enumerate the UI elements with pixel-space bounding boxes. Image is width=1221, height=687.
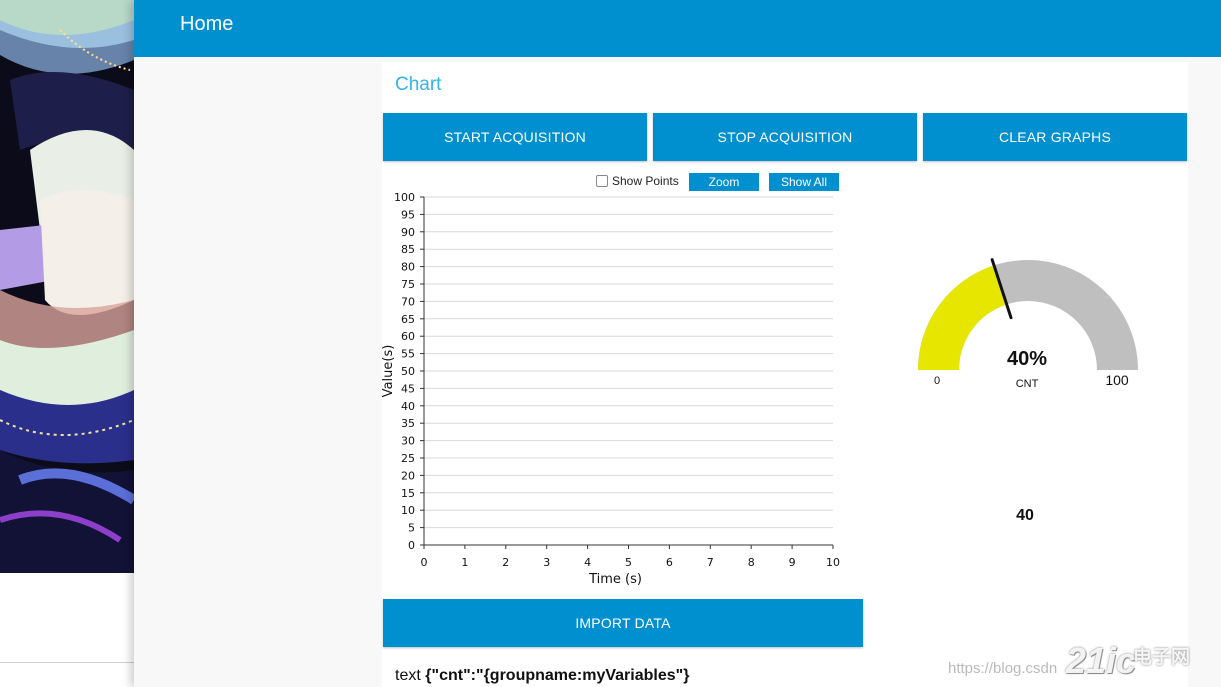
- y-tick-label: 55: [401, 348, 415, 361]
- gauge-min-label: 0: [933, 375, 941, 387]
- y-tick-label: 90: [401, 226, 415, 239]
- card-title: Chart: [395, 74, 442, 95]
- show-points-checkbox[interactable]: Show Points: [596, 174, 679, 188]
- y-axis-label: Value(s): [382, 345, 396, 398]
- gauge-label: CNT: [1015, 378, 1039, 390]
- stop-acquisition-button[interactable]: STOP ACQUISITION: [653, 113, 917, 161]
- y-tick-label: 70: [401, 295, 415, 308]
- x-tick-label: 8: [748, 556, 755, 569]
- y-tick-label: 15: [401, 487, 415, 500]
- import-text: text {"cnt":"{groupname:myVariables"}: [395, 667, 689, 685]
- page-title[interactable]: Home: [180, 13, 233, 36]
- x-tick-label: 1: [461, 556, 468, 569]
- x-tick-label: 7: [707, 556, 714, 569]
- x-tick-label: 9: [789, 556, 796, 569]
- x-tick-label: 0: [421, 556, 428, 569]
- y-tick-label: 80: [401, 261, 415, 274]
- y-tick-label: 5: [408, 522, 415, 535]
- y-tick-label: 0: [408, 539, 415, 552]
- y-tick-label: 35: [401, 417, 415, 430]
- show-points-label: Show Points: [612, 174, 679, 188]
- import-json: {"cnt":"{groupname:myVariables"}: [425, 667, 690, 684]
- watermark-logo-cn: 电子网: [1133, 647, 1191, 668]
- y-tick-label: 30: [401, 435, 415, 448]
- app-window: Home Chart START ACQUISITION STOP ACQUIS…: [134, 0, 1221, 687]
- app-bar: Home: [134, 0, 1221, 57]
- x-axis-label: Time (s): [588, 572, 642, 587]
- y-tick-label: 10: [401, 504, 415, 517]
- watermark-logo: 21ic: [1066, 640, 1137, 681]
- desktop-wallpaper: [0, 0, 134, 573]
- y-tick-label: 50: [401, 365, 415, 378]
- import-data-button[interactable]: IMPORT DATA: [383, 599, 863, 647]
- y-tick-label: 100: [394, 191, 415, 204]
- x-tick-label: 3: [543, 556, 550, 569]
- y-tick-label: 20: [401, 469, 415, 482]
- import-text-prefix: text: [395, 667, 421, 684]
- gauge-value: 40%: [1006, 348, 1048, 370]
- x-tick-label: 2: [502, 556, 509, 569]
- x-tick-label: 10: [826, 556, 840, 569]
- y-tick-label: 60: [401, 330, 415, 343]
- y-tick-label: 95: [401, 208, 415, 221]
- y-tick-label: 25: [401, 452, 415, 465]
- x-tick-label: 5: [625, 556, 632, 569]
- clear-graphs-button[interactable]: CLEAR GRAPHS: [923, 113, 1187, 161]
- y-tick-label: 45: [401, 382, 415, 395]
- x-tick-label: 6: [666, 556, 673, 569]
- x-tick-label: 4: [584, 556, 591, 569]
- y-tick-label: 65: [401, 313, 415, 326]
- line-chart: 0510152025303540455055606570758085909510…: [382, 191, 840, 587]
- y-tick-label: 85: [401, 243, 415, 256]
- divider: [0, 662, 134, 663]
- y-tick-label: 40: [401, 400, 415, 413]
- y-tick-label: 75: [401, 278, 415, 291]
- gauge-max-label: 100: [1105, 372, 1129, 388]
- watermark-url: https://blog.csdn: [948, 660, 1058, 677]
- chart-card: Chart START ACQUISITION STOP ACQUISITION…: [382, 62, 1188, 687]
- gauge-number-display: 40: [1016, 507, 1034, 524]
- start-acquisition-button[interactable]: START ACQUISITION: [383, 113, 647, 161]
- checkbox-icon[interactable]: [596, 175, 608, 187]
